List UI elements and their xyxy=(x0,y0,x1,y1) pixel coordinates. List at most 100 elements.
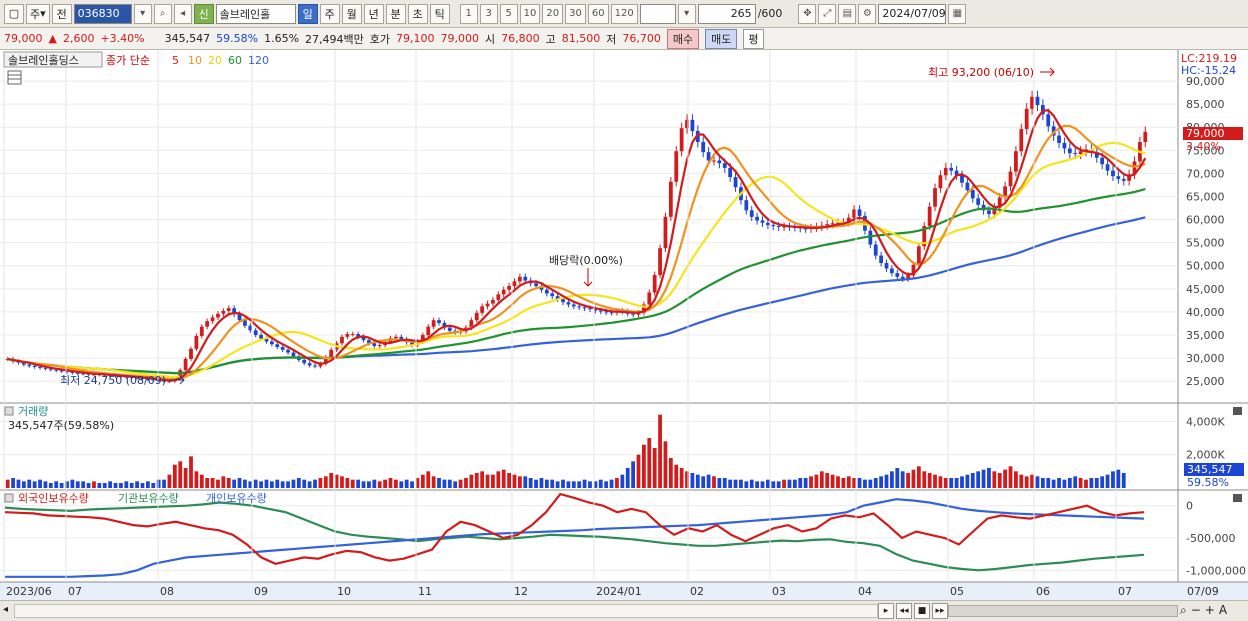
candle-body xyxy=(949,167,954,171)
tab-day[interactable]: 일 xyxy=(297,3,318,24)
candle-body xyxy=(1073,153,1078,155)
table-icon[interactable] xyxy=(7,70,22,85)
volume-close-icon[interactable] xyxy=(1233,407,1242,415)
candle-body xyxy=(771,225,776,227)
tab-year[interactable]: 년 xyxy=(363,3,384,24)
candle-body xyxy=(183,358,188,371)
bar-count-input[interactable]: 265 xyxy=(697,3,756,24)
candle-body xyxy=(474,312,479,321)
tab-second[interactable]: 초 xyxy=(407,3,428,24)
scroll-left-icon[interactable]: ◂ xyxy=(3,604,8,615)
volume-bar xyxy=(43,481,48,488)
volume-bar xyxy=(140,483,145,488)
tab-month[interactable]: 월 xyxy=(341,3,362,24)
interval-dropdown-icon[interactable]: ▾ xyxy=(677,3,696,24)
price-tag-pct: 3.40% xyxy=(1186,140,1221,153)
holdings-pane-icon[interactable] xyxy=(4,493,14,503)
holdings-close-icon[interactable] xyxy=(1233,494,1242,502)
interval-60[interactable]: 60 xyxy=(587,3,609,24)
volume-bar xyxy=(453,481,458,488)
volume-bar xyxy=(1105,474,1110,488)
interval-custom-input[interactable] xyxy=(639,3,676,24)
volume-bar xyxy=(264,479,269,488)
horizontal-scrollbar[interactable] xyxy=(14,604,878,618)
volume-bar xyxy=(1024,476,1029,488)
volume-bar xyxy=(340,476,344,488)
crosshair-icon[interactable]: ✥ xyxy=(798,3,817,24)
high-price: 81,500 xyxy=(561,32,601,45)
volume-bar xyxy=(695,474,700,488)
volume-bar xyxy=(943,478,948,488)
volume-bar xyxy=(1019,474,1024,488)
candle-body xyxy=(1014,151,1018,172)
candle-body xyxy=(221,310,226,314)
zoom-slider[interactable] xyxy=(948,605,1178,617)
legend-institution: 기관보유수량 xyxy=(118,492,179,505)
candle-body xyxy=(631,313,635,315)
volume-bar xyxy=(755,481,760,488)
text-size-icon[interactable]: A xyxy=(1219,603,1227,618)
buy-button[interactable]: 매수 xyxy=(666,28,700,49)
volume-bar xyxy=(981,469,986,488)
interval-3[interactable]: 3 xyxy=(479,3,498,24)
stock-chart[interactable]: 2,000K 4,000K 0 -500,000 -1,000,000 25,000 3… xyxy=(0,50,1248,600)
save-icon[interactable]: ▤ xyxy=(838,3,857,24)
stop-icon[interactable]: ■ xyxy=(914,603,930,619)
interval-20[interactable]: 20 xyxy=(542,3,564,24)
tab-minute[interactable]: 분 xyxy=(385,3,406,24)
interval-10[interactable]: 10 xyxy=(519,3,541,24)
candle-body xyxy=(938,175,943,189)
date-tick-label: 12 xyxy=(514,585,528,598)
average-button[interactable]: 평 xyxy=(743,28,764,49)
interval-5[interactable]: 5 xyxy=(499,3,518,24)
volume-bar xyxy=(960,476,964,488)
volume-value: 345,547 xyxy=(164,32,211,45)
forward-icon[interactable]: ▸▸ xyxy=(932,603,948,619)
tab-week[interactable]: 주 xyxy=(319,3,340,24)
candle-body xyxy=(987,210,991,215)
bid-label: 호가 xyxy=(369,32,391,46)
search-icon[interactable]: ⌕ xyxy=(153,3,172,24)
calendar-icon[interactable]: ▦ xyxy=(948,3,967,24)
date-tick-label: 07 xyxy=(1118,585,1132,598)
credit-badge[interactable]: 신 xyxy=(193,3,214,24)
magnifier-icon[interactable]: ⌕ xyxy=(1180,603,1187,618)
speaker-icon[interactable]: ◂ xyxy=(173,3,192,24)
candle-body xyxy=(507,286,511,290)
volume-bar xyxy=(345,478,350,488)
volume-bar xyxy=(776,481,781,488)
volume-bar xyxy=(852,478,857,488)
dropdown-icon[interactable]: ▾ xyxy=(133,3,152,24)
candle-body xyxy=(1116,176,1121,179)
zoom-in-icon[interactable]: + xyxy=(1205,603,1215,618)
interval-30[interactable]: 30 xyxy=(565,3,586,24)
open-label: 시 xyxy=(485,32,496,46)
scroll-right-icon[interactable]: ▸ xyxy=(878,603,894,619)
zoom-out-icon[interactable]: − xyxy=(1191,603,1201,618)
interval-120[interactable]: 120 xyxy=(610,3,638,24)
volume-tag-pct: 59.58% xyxy=(1187,476,1229,489)
volume-pane-icon[interactable] xyxy=(4,406,14,416)
period-select[interactable]: 주 ▾ xyxy=(26,3,50,24)
price-tick-label: 45,000 xyxy=(1186,283,1225,296)
prev-button[interactable]: 전 xyxy=(51,3,72,24)
volume-bar xyxy=(296,478,301,488)
candle-body xyxy=(512,281,517,287)
date-tick-label: 05 xyxy=(950,585,964,598)
stock-code-input[interactable]: 036830 xyxy=(73,3,132,24)
layout-icon[interactable]: ▢ xyxy=(4,3,24,24)
date-input[interactable]: 2024/07/09 xyxy=(878,3,947,24)
volume-bar xyxy=(286,481,290,488)
candle-body xyxy=(302,359,307,364)
rewind-icon[interactable]: ◂◂ xyxy=(896,603,912,619)
volume-bar xyxy=(1003,469,1008,488)
gear-icon[interactable]: ⚙ xyxy=(858,3,877,24)
trend-icon[interactable]: ⤢ xyxy=(818,3,837,24)
sell-button[interactable]: 매도 xyxy=(705,28,738,49)
volume-bar xyxy=(145,481,150,488)
tab-tick[interactable]: 틱 xyxy=(429,3,450,24)
volume-bar xyxy=(997,473,1002,488)
volume-bar xyxy=(863,479,867,488)
interval-1[interactable]: 1 xyxy=(459,3,478,24)
volume-title: 거래량 xyxy=(18,405,48,418)
